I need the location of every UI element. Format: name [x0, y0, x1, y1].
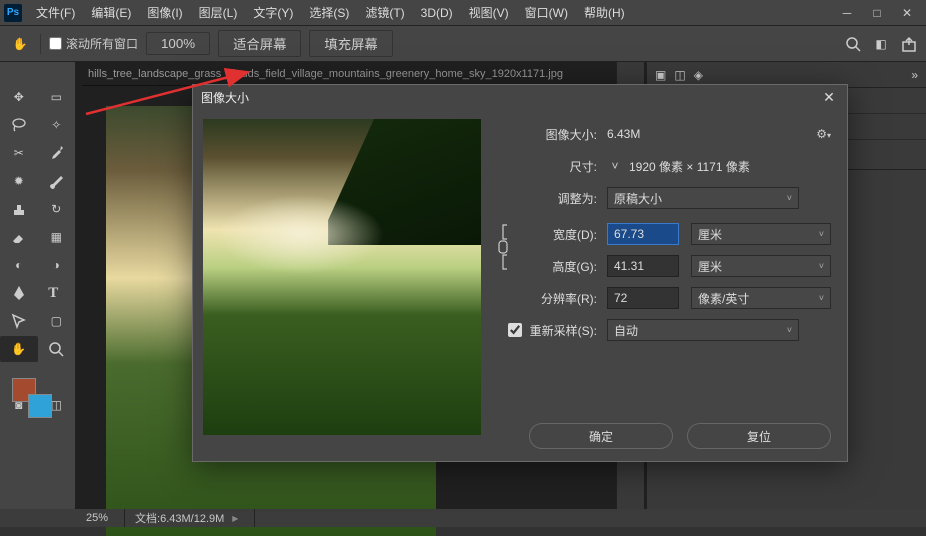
document-tab[interactable]: hills_tree_landscape_grass_clouds_field_… [82, 62, 640, 86]
height-unit-select[interactable]: 厘米˅ [691, 255, 831, 277]
background-swatch[interactable] [28, 394, 52, 418]
minimize-button[interactable]: ─ [832, 3, 862, 23]
dialog-form: 图像大小: 6.43M ⚙▾ 尺寸: ˅ 1920 像素 × 1171 像素 调… [493, 119, 837, 451]
menu-image[interactable]: 图像(I) [139, 0, 190, 25]
resolution-label: 分辨率(R): [493, 290, 607, 307]
statusbar: 25% 文档:6.43M/12.9M▶ [0, 509, 926, 527]
menu-3d[interactable]: 3D(D) [413, 2, 461, 24]
type-tool[interactable]: T [38, 280, 76, 306]
brush-tool[interactable] [38, 168, 76, 194]
dialog-title: 图像大小 [201, 89, 249, 106]
status-zoom[interactable]: 25% [76, 509, 125, 527]
image-size-value: 6.43M [607, 127, 640, 141]
pen-tool[interactable] [0, 280, 38, 306]
marquee-tool[interactable]: ▭ [38, 84, 76, 110]
image-size-dialog: 图像大小 ✕ 图像大小: 6.43M ⚙▾ 尺寸: ˅ 1920 像素 × 11… [192, 84, 848, 462]
shape-tool[interactable]: ▢ [38, 308, 76, 334]
reset-button[interactable]: 复位 [687, 423, 831, 449]
eraser-tool[interactable] [0, 224, 38, 250]
hand-tool[interactable]: ✋ [0, 336, 38, 362]
dodge-tool[interactable]: ◑ [38, 252, 76, 278]
menu-filter[interactable]: 滤镜(T) [357, 0, 412, 25]
scroll-all-windows-checkbox[interactable]: 滚动所有窗口 [49, 35, 138, 52]
dimensions-value: 1920 像素 × 1171 像素 [629, 158, 750, 175]
search-icon[interactable] [844, 35, 862, 53]
menu-select[interactable]: 选择(S) [301, 0, 357, 25]
menubar: Ps 文件(F) 编辑(E) 图像(I) 图层(L) 文字(Y) 选择(S) 滤… [0, 0, 926, 26]
menu-file[interactable]: 文件(F) [28, 0, 83, 25]
magic-wand-tool[interactable]: ✧ [38, 112, 76, 138]
menu-layer[interactable]: 图层(L) [191, 0, 246, 25]
move-tool[interactable]: ✥ [0, 84, 38, 110]
maximize-button[interactable]: □ [862, 3, 892, 23]
resolution-unit-select[interactable]: 像素/英寸˅ [691, 287, 831, 309]
dialog-close-button[interactable]: ✕ [819, 87, 839, 107]
dialog-titlebar[interactable]: 图像大小 ✕ [193, 85, 847, 109]
options-bar: ✋ 滚动所有窗口 100% 适合屏幕 填充屏幕 ◧ [0, 26, 926, 62]
menu-type[interactable]: 文字(Y) [245, 0, 301, 25]
window-controls: ─ □ ✕ [832, 3, 922, 23]
gradient-tool[interactable]: ▦ [38, 224, 76, 250]
ok-button[interactable]: 确定 [529, 423, 673, 449]
menu-view[interactable]: 视图(V) [461, 0, 517, 25]
history-brush-tool[interactable]: ↻ [38, 196, 76, 222]
fit-to-select[interactable]: 原稿大小˅ [607, 187, 799, 209]
paths-icon[interactable]: ◈ [694, 68, 703, 82]
close-button[interactable]: ✕ [892, 3, 922, 23]
color-swatches[interactable] [0, 374, 75, 434]
channels-icon[interactable]: ◫ [674, 68, 685, 82]
menu-help[interactable]: 帮助(H) [576, 0, 633, 25]
chevron-right-icon: ▶ [232, 514, 238, 523]
healing-brush-tool[interactable]: ✹ [0, 168, 38, 194]
gear-icon[interactable]: ⚙▾ [816, 127, 831, 141]
resample-checkbox[interactable] [508, 323, 522, 337]
lasso-tool[interactable] [0, 112, 38, 138]
width-unit-select[interactable]: 厘米˅ [691, 223, 831, 245]
path-select-tool[interactable] [0, 308, 38, 334]
scroll-all-label: 滚动所有窗口 [66, 35, 138, 52]
width-input[interactable] [607, 223, 679, 245]
menu-window[interactable]: 窗口(W) [517, 0, 576, 25]
scroll-all-checkbox-input[interactable] [49, 37, 62, 50]
frame-icon[interactable]: ◧ [872, 35, 890, 53]
image-size-label: 图像大小: [493, 126, 607, 143]
eyedropper-tool[interactable] [38, 140, 76, 166]
app-logo: Ps [4, 4, 22, 22]
blur-tool[interactable]: ◐ [0, 252, 38, 278]
dimensions-unit-toggle[interactable]: ˅ [607, 158, 623, 174]
menu-edit[interactable]: 编辑(E) [83, 0, 139, 25]
fill-screen-button[interactable]: 填充屏幕 [309, 30, 392, 57]
hand-tool-icon[interactable]: ✋ [8, 32, 32, 56]
tools-panel: ✥ ▭ ✧ ✂ ✹ ↻ ▦ ◐ ◑ T ▢ ✋ ◙ ◫ [0, 62, 76, 509]
zoom-tool[interactable] [38, 336, 76, 362]
constrain-link-icon[interactable] [493, 221, 513, 276]
fit-to-label: 调整为: [493, 190, 607, 207]
layers-icon[interactable]: ▣ [655, 68, 666, 82]
dimensions-label: 尺寸: [493, 158, 607, 175]
resample-select[interactable]: 自动˅ [607, 319, 799, 341]
clone-stamp-tool[interactable] [0, 196, 38, 222]
share-icon[interactable] [900, 35, 918, 53]
status-doc[interactable]: 文档:6.43M/12.9M▶ [125, 509, 255, 527]
resample-label: 重新采样(S): [530, 322, 597, 339]
resolution-input[interactable] [607, 287, 679, 309]
panel-menu-icon[interactable]: » [911, 68, 918, 82]
height-input[interactable] [607, 255, 679, 277]
dialog-preview [203, 119, 481, 435]
fit-screen-button[interactable]: 适合屏幕 [218, 30, 301, 57]
crop-tool[interactable]: ✂ [0, 140, 38, 166]
zoom-100-button[interactable]: 100% [146, 32, 210, 55]
